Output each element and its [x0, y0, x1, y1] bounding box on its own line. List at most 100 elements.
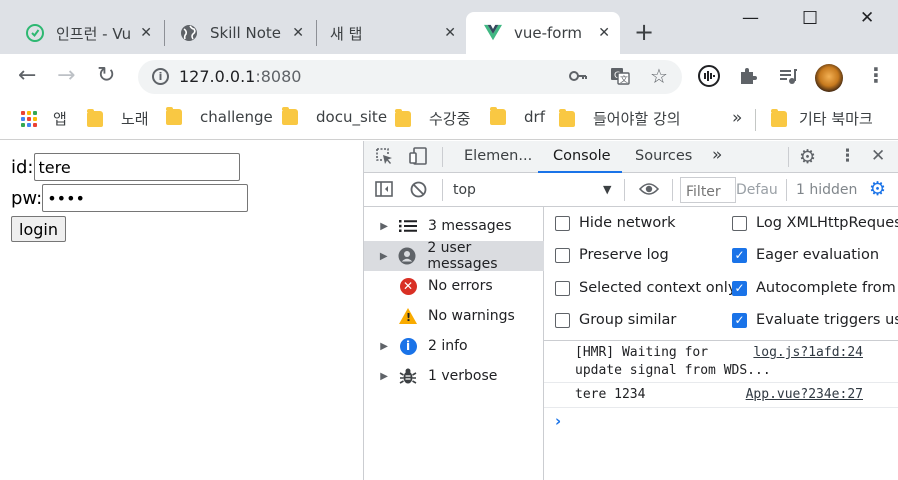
- hide-network-option[interactable]: Hide network: [555, 215, 676, 231]
- inspect-element-icon[interactable]: [375, 147, 393, 170]
- apps-grid-dot: [27, 116, 31, 121]
- site-info-icon[interactable]: i: [152, 68, 169, 85]
- checkbox-checked[interactable]: ✓: [732, 280, 747, 296]
- filter-divider: [624, 179, 625, 201]
- execution-context-select[interactable]: top: [453, 182, 476, 198]
- other-bookmarks[interactable]: 기타 북마크: [771, 108, 873, 129]
- checkbox[interactable]: [555, 247, 570, 263]
- bookmark-folder[interactable]: docu_site: [282, 107, 387, 126]
- tab-console[interactable]: Console: [553, 148, 611, 164]
- new-tab-button[interactable]: +: [634, 20, 654, 44]
- checkbox[interactable]: [555, 312, 570, 328]
- address-bar[interactable]: i 127.0.0.1:8080 G文 ☆: [138, 60, 682, 94]
- preserve-log-option[interactable]: Preserve log: [555, 247, 669, 263]
- checkbox-checked[interactable]: ✓: [732, 247, 747, 263]
- chevron-down-icon[interactable]: ▼: [603, 183, 611, 196]
- console-settings-pane: Hide network Preserve log Selected conte…: [544, 207, 898, 341]
- devtools-tabbar: Elemen... Console Sources » ⚙ ⋮ ✕: [364, 141, 898, 173]
- warning-icon: !: [398, 307, 418, 325]
- device-toolbar-icon[interactable]: [409, 147, 427, 170]
- bookmark-apps[interactable]: 앱: [21, 108, 67, 129]
- tab-elements[interactable]: Elemen...: [464, 148, 532, 164]
- sidebar-item-verbose[interactable]: ▶ 1 verbose: [364, 361, 544, 391]
- bookmark-folder[interactable]: drf: [490, 107, 545, 126]
- log-levels-dropdown[interactable]: Defau: [736, 182, 778, 198]
- message-source-link[interactable]: log.js?1afd:24: [753, 345, 863, 360]
- bookmark-label: 수강중: [429, 110, 471, 128]
- expand-arrow-icon[interactable]: ▶: [364, 371, 398, 382]
- globe-icon: [180, 24, 198, 42]
- sidebar-item-user-messages[interactable]: ▶ 2 user messages: [364, 240, 544, 272]
- devtools-panel: Elemen... Console Sources » ⚙ ⋮ ✕ top ▼ …: [363, 141, 898, 480]
- console-messages[interactable]: [HMR] Waiting for update signal from WDS…: [544, 341, 898, 480]
- sidebar-item-info[interactable]: ▶ i 2 info: [364, 331, 544, 361]
- profile-avatar[interactable]: [815, 64, 843, 92]
- expand-arrow-icon[interactable]: ▶: [364, 251, 398, 262]
- selected-context-option[interactable]: Selected context only: [555, 280, 736, 296]
- forward-button[interactable]: →: [57, 64, 75, 88]
- more-tabs-button[interactable]: »: [712, 145, 722, 165]
- bookmark-label: drf: [524, 108, 545, 126]
- close-window-button[interactable]: ✕: [860, 8, 874, 28]
- autocomplete-option[interactable]: ✓ Autocomplete from history: [732, 280, 898, 296]
- group-similar-option[interactable]: Group similar: [555, 312, 676, 328]
- sidebar-item-messages[interactable]: ▶ 3 messages: [364, 211, 544, 241]
- apps-grid-dot: [33, 110, 37, 115]
- expand-arrow-icon[interactable]: ▶: [364, 341, 398, 352]
- tab-close-icon[interactable]: ✕: [292, 25, 304, 41]
- back-button[interactable]: ←: [18, 64, 36, 88]
- sidebar-item-errors[interactable]: ✕ No errors: [364, 271, 544, 301]
- id-input[interactable]: [33, 153, 240, 181]
- pw-input[interactable]: [42, 184, 249, 212]
- tab-title: 새 탭: [330, 24, 363, 43]
- checkbox-checked[interactable]: ✓: [732, 312, 747, 328]
- tab-inflearn[interactable]: 인프런 - Vu ✕: [8, 12, 162, 54]
- console-settings-gear-icon[interactable]: ⚙: [869, 178, 886, 200]
- checkbox[interactable]: [732, 215, 747, 231]
- bookmark-star-icon[interactable]: ☆: [650, 64, 668, 88]
- maximize-button[interactable]: ☐: [802, 8, 818, 29]
- bookmarks-overflow-button[interactable]: »: [732, 108, 742, 128]
- message-source-link[interactable]: App.vue?234e:27: [746, 387, 863, 402]
- tab-close-icon[interactable]: ✕: [598, 25, 610, 41]
- log-xhr-option[interactable]: Log XMLHttpRequests: [732, 215, 898, 231]
- console-filter-bar: top ▼ Defau 1 hidden ⚙: [364, 173, 898, 207]
- reload-button[interactable]: ↻: [97, 64, 115, 88]
- sidebar-toggle-icon[interactable]: [375, 181, 393, 202]
- bookmark-folder[interactable]: challenge: [166, 107, 273, 126]
- live-expression-eye-icon[interactable]: [638, 181, 660, 202]
- tab-skill-note[interactable]: Skill Note ✕: [162, 12, 314, 54]
- menu-kebab-icon[interactable]: ⋮: [866, 63, 886, 87]
- checkbox[interactable]: [555, 280, 570, 296]
- bookmark-folder[interactable]: 노래: [87, 108, 149, 129]
- tab-close-icon[interactable]: ✕: [140, 25, 152, 41]
- settings-gear-icon[interactable]: ⚙: [799, 146, 816, 168]
- eager-evaluation-option[interactable]: ✓ Eager evaluation: [732, 247, 879, 263]
- extensions-puzzle-icon[interactable]: [738, 66, 758, 91]
- translate-icon[interactable]: G文: [610, 66, 630, 91]
- tab-new-tab[interactable]: 새 탭 ✕: [314, 12, 466, 54]
- audio-extension-icon[interactable]: [698, 65, 720, 92]
- checkbox[interactable]: [555, 215, 570, 231]
- close-devtools-icon[interactable]: ✕: [871, 146, 885, 166]
- console-prompt-icon[interactable]: ›: [555, 412, 561, 430]
- minimize-button[interactable]: —: [742, 8, 759, 28]
- media-queue-icon[interactable]: [778, 66, 798, 91]
- message-text: [HMR] Waiting for update signal from WDS…: [575, 345, 771, 378]
- sidebar-item-warnings[interactable]: ! No warnings: [364, 301, 544, 331]
- user-icon: [398, 247, 418, 265]
- login-button[interactable]: login: [11, 216, 66, 242]
- console-message: tere 1234 App.vue?234e:27: [544, 383, 898, 408]
- bookmark-folder[interactable]: 수강중: [395, 108, 470, 129]
- clear-console-icon[interactable]: [410, 181, 427, 203]
- evaluate-triggers-option[interactable]: ✓ Evaluate triggers user activation: [732, 312, 898, 328]
- bookmark-folder[interactable]: 들어야할 강의: [559, 108, 681, 129]
- tab-sources[interactable]: Sources: [635, 148, 692, 164]
- tab-vue-form[interactable]: vue-form ✕: [466, 12, 620, 54]
- devtools-menu-icon[interactable]: ⋮: [839, 146, 856, 166]
- console-filter-input[interactable]: [680, 177, 736, 203]
- expand-arrow-icon[interactable]: ▶: [364, 221, 398, 232]
- key-icon[interactable]: [568, 66, 588, 91]
- tab-close-icon[interactable]: ✕: [444, 25, 456, 41]
- sidebar-item-label: 2 info: [428, 338, 468, 354]
